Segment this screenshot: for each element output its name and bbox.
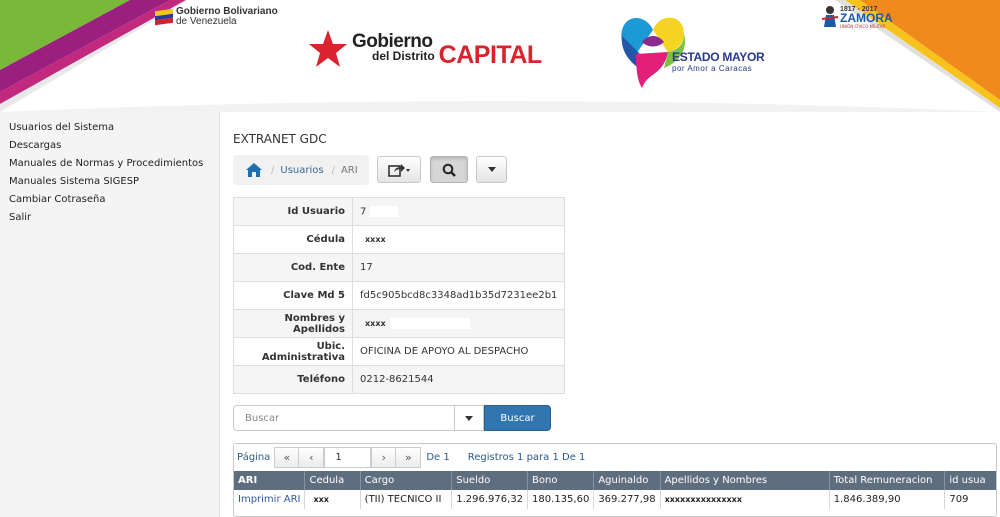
- table-cell: xxx: [304, 490, 361, 509]
- detail-value: xxxx: [351, 225, 566, 254]
- detail-label: Nombres y Apellidos: [233, 309, 353, 338]
- zamora-name: ZAMORA: [840, 10, 893, 25]
- header-banner: Gobierno Bolivariano de Venezuela Gobier…: [0, 0, 1000, 112]
- zamora-logo: 1817 - 2017 ZAMORA UNIÓN CÍVICO MILITAR: [822, 5, 893, 29]
- results-table: ARI Cedula Cargo Sueldo Bono Aguinaldo A…: [234, 471, 996, 509]
- last-page-button[interactable]: »: [396, 447, 422, 468]
- detail-row: Ubic. Administrativa OFICINA DE APOYO AL…: [233, 337, 566, 366]
- detail-value: OFICINA DE APOYO AL DESPACHO: [351, 337, 566, 366]
- estado-mayor-sub: por Amor a Caracas: [672, 64, 753, 73]
- search-toggle-button[interactable]: [430, 156, 468, 183]
- page-title: EXTRANET GDC: [233, 132, 327, 146]
- zamora-figure-icon: [822, 6, 838, 27]
- column-header[interactable]: Cedula: [304, 471, 361, 490]
- detail-label: Clave Md 5: [233, 281, 353, 310]
- column-header[interactable]: ARI: [234, 471, 306, 490]
- user-detail-table: Id Usuario 7 Cédula xxxx Cod. Ente 17 Cl…: [233, 197, 566, 394]
- table-row: Imprimir ARI xxx (TII) TECNICO II 1.296.…: [234, 490, 996, 509]
- breadcrumb-current: ARI: [340, 164, 358, 176]
- search-icon: [442, 163, 456, 177]
- detail-row: Id Usuario 7: [233, 197, 566, 226]
- detail-label: Ubic. Administrativa: [233, 337, 353, 366]
- detail-row: Teléfono 0212-8621544: [233, 365, 566, 394]
- column-header[interactable]: Total Remuneracion: [829, 471, 946, 490]
- detail-value: 7: [360, 206, 367, 218]
- prev-page-button[interactable]: ‹: [299, 447, 325, 468]
- zamora-sub: UNIÓN CÍVICO MILITAR: [840, 23, 886, 29]
- red-star-icon: [309, 30, 347, 67]
- table-cell: 709: [944, 490, 996, 509]
- caret-down-icon: [487, 167, 496, 172]
- sidebar-item-manuales-normas[interactable]: Manuales de Normas y Procedimientos: [0, 155, 219, 173]
- first-page-button[interactable]: «: [274, 447, 300, 468]
- search-filter-dropdown[interactable]: [455, 405, 484, 431]
- breadcrumb-usuarios[interactable]: Usuarios: [280, 165, 323, 176]
- options-dropdown-button[interactable]: [476, 156, 507, 183]
- detail-value: fd5c905bcd8c3348ad1b35d7231ee2b1: [351, 281, 566, 310]
- detail-label: Id Usuario: [233, 197, 353, 226]
- detail-label: Cédula: [233, 225, 353, 254]
- export-button[interactable]: [377, 156, 421, 183]
- column-header[interactable]: id usua: [944, 471, 996, 490]
- table-cell: 1.296.976,32: [451, 490, 529, 509]
- results-grid: Página « ‹ › » De 1 Registros 1 para 1 D…: [233, 443, 997, 517]
- column-header[interactable]: Sueldo: [451, 471, 529, 490]
- detail-row: Nombres y Apellidos xxxx: [233, 309, 566, 338]
- table-cell: 180.135,60: [527, 490, 595, 509]
- gdc-line1: Gobierno: [352, 31, 433, 52]
- sidebar-item-usuarios[interactable]: Usuarios del Sistema: [0, 119, 219, 137]
- breadcrumb: / Usuarios / ARI: [233, 155, 369, 185]
- pager-label: Página: [237, 452, 271, 463]
- table-cell: 1.846.389,90: [829, 490, 946, 509]
- estado-mayor-title: ESTADO MAYOR: [672, 50, 765, 64]
- detail-row: Cédula xxxx: [233, 225, 566, 254]
- sidebar-item-manuales-sigesp[interactable]: Manuales Sistema SIGESP: [0, 173, 219, 191]
- caret-down-icon: [465, 415, 473, 421]
- detail-row: Clave Md 5 fd5c905bcd8c3348ad1b35d7231ee…: [233, 281, 566, 310]
- gdc-capital-word: CAPITAL: [438, 41, 542, 69]
- table-header-row: ARI Cedula Cargo Sueldo Bono Aguinaldo A…: [234, 471, 996, 490]
- pager-total: De 1: [426, 452, 450, 463]
- imprimir-ari-link[interactable]: Imprimir ARI: [234, 490, 306, 509]
- sidebar-item-descargas[interactable]: Descargas: [0, 137, 219, 155]
- column-header[interactable]: Cargo: [360, 471, 453, 490]
- next-page-button[interactable]: ›: [371, 447, 397, 468]
- column-header[interactable]: Apellidos y Nombres: [660, 471, 830, 490]
- table-cell: xxxxxxxxxxxxxxx: [660, 490, 830, 509]
- detail-label: Cod. Ente: [233, 253, 353, 282]
- table-cell: 369.277,98: [593, 490, 661, 509]
- gdc-capital-logo: Gobierno del Distrito CAPITAL: [308, 28, 542, 70]
- table-cell: (TII) TECNICO II: [360, 490, 453, 509]
- sidebar: Usuarios del Sistema Descargas Manuales …: [0, 112, 220, 517]
- venezuela-flag-icon: [155, 8, 173, 26]
- page-number-input[interactable]: [324, 447, 372, 468]
- share-icon: [388, 163, 410, 177]
- sidebar-item-cambiar-clave[interactable]: Cambiar Cotraseña: [0, 191, 219, 209]
- detail-label: Teléfono: [233, 365, 353, 394]
- column-header[interactable]: Aguinaldo: [593, 471, 661, 490]
- estado-mayor-text: ESTADO MAYOR por Amor a Caracas: [672, 50, 765, 73]
- detail-value: 17: [351, 253, 566, 282]
- detail-value: 0212-8621544: [351, 365, 566, 394]
- search-button[interactable]: Buscar: [484, 405, 551, 431]
- sidebar-item-salir[interactable]: Salir: [0, 209, 219, 227]
- pager: Página « ‹ › » De 1 Registros 1 para 1 D…: [234, 444, 996, 471]
- home-icon[interactable]: [245, 162, 263, 178]
- search-input[interactable]: [233, 405, 455, 431]
- gob-bol-line2: de Venezuela: [176, 16, 237, 27]
- gobierno-bolivariano-logo: Gobierno Bolivariano de Venezuela: [155, 7, 278, 27]
- column-header[interactable]: Bono: [527, 471, 595, 490]
- detail-value: xxxx: [365, 319, 386, 329]
- pager-records: Registros 1 para 1 De 1: [467, 452, 586, 463]
- detail-row: Cod. Ente 17: [233, 253, 566, 282]
